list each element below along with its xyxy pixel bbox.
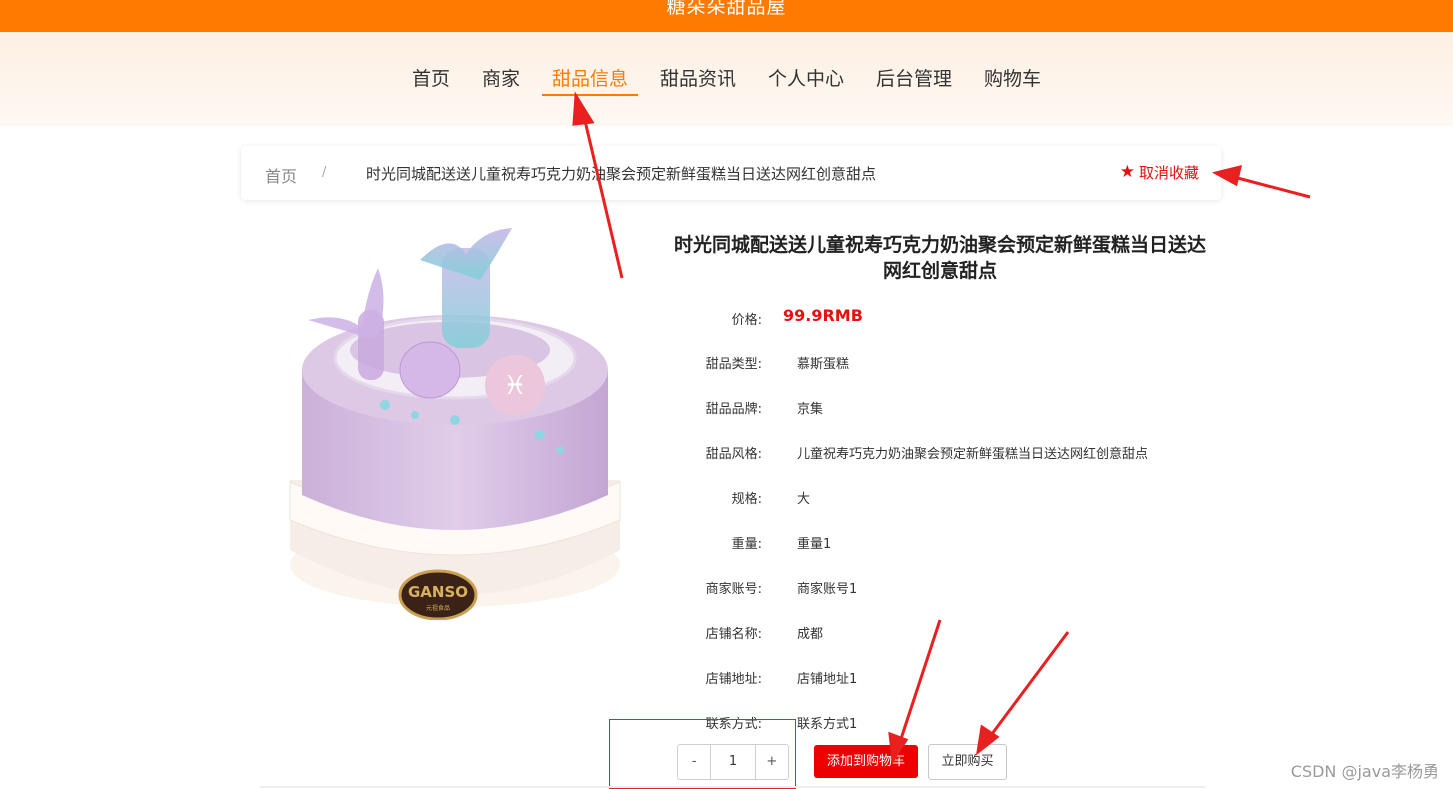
price-label: 价格: <box>731 313 762 328</box>
field-row-brand: 甜品品牌: 京集 <box>670 398 1270 418</box>
divider <box>260 786 1205 788</box>
nav-item-cart[interactable]: 购物车 <box>974 66 1051 96</box>
field-row-shop-address: 店铺地址: 店铺地址1 <box>670 668 1270 688</box>
brand-logo-text: GANSO <box>408 583 468 601</box>
breadcrumb: 首页 / 时光同城配送送儿童祝寿巧克力奶油聚会预定新鲜蛋糕当日送达网红创意甜点 … <box>241 146 1221 200</box>
nav-item-dessert-news[interactable]: 甜品资讯 <box>650 66 746 96</box>
site-title: 糖朵朵甜品屋 <box>666 0 787 18</box>
field-value: 商家账号1 <box>797 582 858 597</box>
field-row-spec: 规格: 大 <box>670 488 1270 508</box>
nav-item-user-center[interactable]: 个人中心 <box>758 66 854 96</box>
brand-logo-subtext: 元祖食品 <box>426 604 450 612</box>
unfavorite-button[interactable]: ★ 取消收藏 <box>1120 162 1199 183</box>
nav-item-merchants[interactable]: 商家 <box>472 66 530 96</box>
annotation-arrow <box>1229 174 1311 199</box>
field-value: 大 <box>797 492 811 507</box>
price-row: 价格: 99.9RMB <box>670 306 1270 329</box>
field-value: 慕斯蛋糕 <box>797 357 850 372</box>
top-header-bar: 糖朵朵甜品屋 <box>0 0 1453 32</box>
nav-item-dessert-info[interactable]: 甜品信息 <box>541 66 638 96</box>
unfavorite-label: 取消收藏 <box>1138 164 1199 182</box>
nav-item-admin[interactable]: 后台管理 <box>866 66 962 96</box>
field-row-weight: 重量: 重量1 <box>670 533 1270 553</box>
field-value: 成都 <box>797 627 824 642</box>
field-row-type: 甜品类型: 慕斯蛋糕 <box>670 353 1270 373</box>
breadcrumb-home-link[interactable]: 首页 <box>265 163 297 187</box>
quantity-stepper: - 1 + <box>677 744 789 780</box>
watermark: CSDN @java李杨勇 <box>1290 762 1439 781</box>
field-row-style: 甜品风格: 儿童祝寿巧克力奶油聚会预定新鲜蛋糕当日送达网红创意甜点 <box>670 443 1270 463</box>
product-image: ♓ GANSO 元祖食品 <box>250 220 642 621</box>
breadcrumb-separator: / <box>322 165 327 180</box>
field-label: 甜品品牌: <box>705 402 762 417</box>
price-value: 99.9RMB <box>783 306 863 325</box>
quantity-input[interactable]: 1 <box>710 745 756 779</box>
nav-bar: 首页 商家 甜品信息 甜品资讯 个人中心 后台管理 购物车 <box>0 32 1453 126</box>
increase-button[interactable]: + <box>756 745 788 779</box>
field-value: 店铺地址1 <box>797 672 858 687</box>
nav-item-home[interactable]: 首页 <box>402 66 460 96</box>
main-nav: 首页 商家 甜品信息 甜品资讯 个人中心 后台管理 购物车 <box>0 66 1453 96</box>
field-label: 店铺地址: <box>705 672 762 687</box>
field-label: 甜品类型: <box>705 357 762 372</box>
field-value: 联系方式1 <box>797 717 858 732</box>
field-label: 店铺名称: <box>705 627 762 642</box>
field-label: 重量: <box>731 537 762 552</box>
decrease-button[interactable]: - <box>678 745 710 779</box>
add-to-cart-button[interactable]: 添加到购物车 <box>814 745 918 778</box>
star-icon: ★ <box>1119 162 1135 182</box>
field-row-shop-name: 店铺名称: 成都 <box>670 623 1270 643</box>
buy-now-button[interactable]: 立即购买 <box>928 744 1007 780</box>
field-value: 儿童祝寿巧克力奶油聚会预定新鲜蛋糕当日送达网红创意甜点 <box>797 447 1149 462</box>
field-label: 规格: <box>731 492 762 507</box>
product-title: 时光同城配送送儿童祝寿巧克力奶油聚会预定新鲜蛋糕当日送达网红创意甜点 <box>673 234 1206 282</box>
field-label: 商家账号: <box>705 582 762 597</box>
breadcrumb-current: 时光同城配送送儿童祝寿巧克力奶油聚会预定新鲜蛋糕当日送达网红创意甜点 <box>366 165 877 183</box>
field-row-merchant-account: 商家账号: 商家账号1 <box>670 578 1270 598</box>
field-value: 重量1 <box>797 537 832 552</box>
field-value: 京集 <box>797 402 824 417</box>
svg-text:♓: ♓ <box>503 371 526 401</box>
field-label: 甜品风格: <box>705 447 762 462</box>
